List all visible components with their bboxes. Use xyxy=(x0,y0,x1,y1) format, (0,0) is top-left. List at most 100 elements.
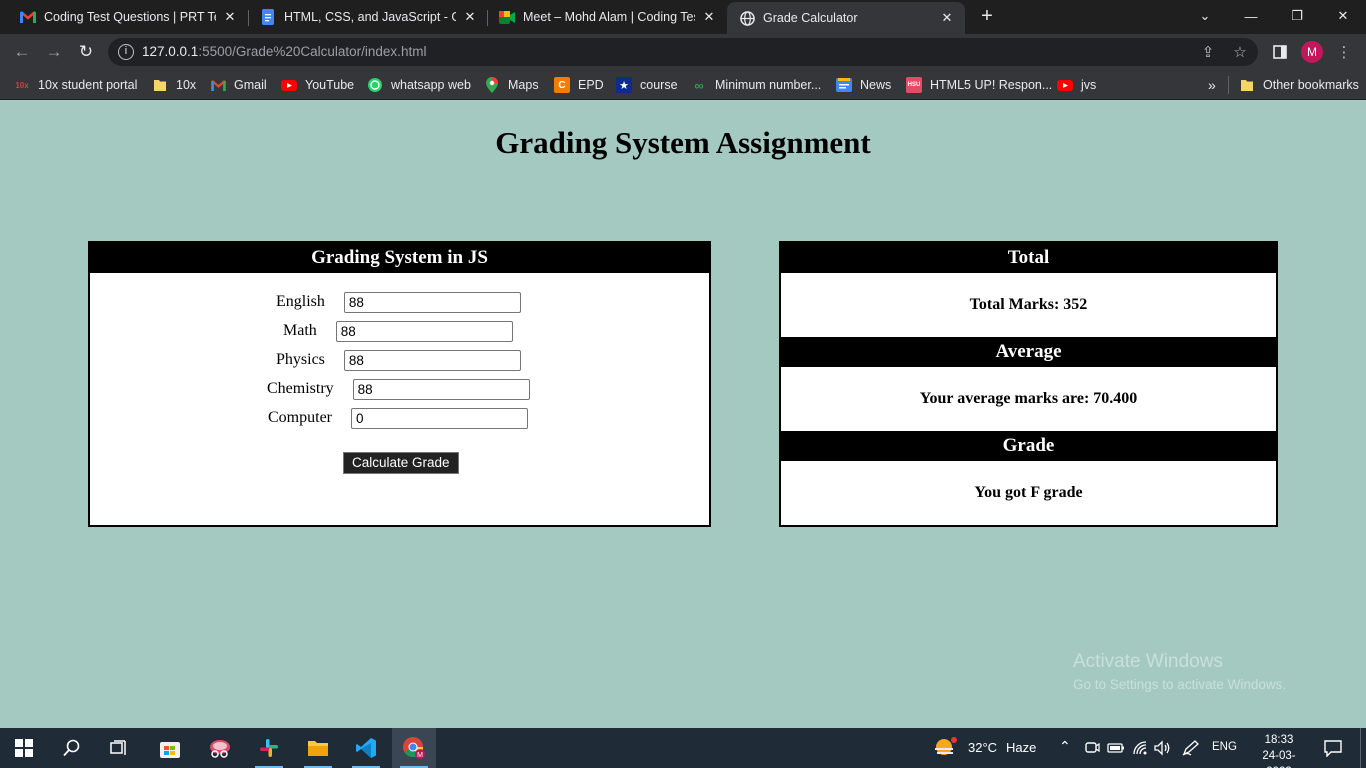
bookmark-maps[interactable]: Maps xyxy=(484,76,539,94)
whatsapp-icon xyxy=(367,77,383,93)
close-icon[interactable]: ✕ xyxy=(462,9,478,25)
chrome-button[interactable]: M xyxy=(392,728,436,768)
folder-icon xyxy=(308,741,328,756)
close-icon: ✕ xyxy=(1337,8,1349,23)
browser-toolbar: ← → ↻ i 127.0.0.1:5500/Grade%20Calculato… xyxy=(0,34,1366,70)
weather-description[interactable]: Haze xyxy=(1006,740,1036,755)
close-icon[interactable]: ✕ xyxy=(701,9,717,25)
average-result: Your average marks are: 70.400 xyxy=(919,390,1138,407)
star-icon[interactable]: ☆ xyxy=(1230,42,1250,62)
windows-icon xyxy=(15,739,33,757)
bookmark-epd[interactable]: C EPD xyxy=(554,76,604,94)
chemistry-input[interactable] xyxy=(352,378,530,400)
activate-windows-watermark: Activate Windows Go to Settings to activ… xyxy=(1073,651,1287,692)
bookmark-10x-student-portal[interactable]: 10x 10x student portal xyxy=(14,76,137,94)
grading-form-panel: Grading System in JS English Math Physic… xyxy=(88,241,711,527)
bookmark-html5-up[interactable]: HSU HTML5 UP! Respon... xyxy=(906,76,1052,94)
gmail-icon xyxy=(210,77,226,93)
language-indicator[interactable]: ENG xyxy=(1212,741,1237,753)
chemistry-row: Chemistry xyxy=(267,378,530,400)
profile-avatar[interactable]: M xyxy=(1301,41,1323,63)
close-icon[interactable]: ✕ xyxy=(222,9,238,25)
close-icon[interactable]: ✕ xyxy=(939,10,955,26)
info-icon[interactable]: i xyxy=(118,44,134,60)
close-window-button[interactable]: ✕ xyxy=(1320,0,1366,32)
address-bar[interactable]: i 127.0.0.1:5500/Grade%20Calculator/inde… xyxy=(108,38,1258,66)
search-button[interactable] xyxy=(50,728,94,768)
computer-input[interactable] xyxy=(351,407,528,429)
total-header: Total xyxy=(781,243,1276,273)
epd-icon: C xyxy=(554,77,570,93)
restore-button[interactable]: ❐ xyxy=(1274,0,1320,32)
bookmark-youtube[interactable]: YouTube xyxy=(281,76,354,94)
bookmark-jvs[interactable]: jvs xyxy=(1057,76,1096,94)
clock-date: 24-03-2023 xyxy=(1262,750,1296,768)
new-tab-button[interactable]: + xyxy=(975,6,999,28)
tab-meet[interactable]: Meet – Mohd Alam | Coding Test ✕ xyxy=(487,2,727,32)
back-button[interactable]: ← xyxy=(10,40,34,64)
physics-input[interactable] xyxy=(343,349,521,371)
english-row: English xyxy=(276,291,521,313)
slack-icon xyxy=(260,739,278,757)
reload-button[interactable]: ↻ xyxy=(74,40,98,64)
bookmark-gmail[interactable]: Gmail xyxy=(210,76,267,94)
vscode-icon xyxy=(356,738,376,758)
url-text[interactable]: 127.0.0.1:5500/Grade%20Calculator/index.… xyxy=(142,44,426,59)
microsoft-store-button[interactable] xyxy=(148,728,192,768)
bookmark-whatsapp-web[interactable]: whatsapp web xyxy=(367,76,471,94)
volume-icon[interactable] xyxy=(1154,740,1172,761)
tab-grade-calculator[interactable]: Grade Calculator ✕ xyxy=(727,2,965,34)
news-icon xyxy=(836,77,852,93)
clock[interactable]: 18:33 24-03-2023 xyxy=(1255,732,1303,768)
file-explorer-button[interactable] xyxy=(296,728,340,768)
bookmark-minimum-number[interactable]: ∞ Minimum number... xyxy=(691,76,821,94)
meet-now-icon[interactable] xyxy=(1084,740,1100,761)
google-docs-icon xyxy=(260,9,276,25)
tab-coding-test[interactable]: Coding Test Questions | PRT Test ✕ xyxy=(8,2,248,32)
english-input[interactable] xyxy=(343,291,521,313)
chevron-down-icon: ⌄ xyxy=(1199,8,1211,23)
tab-html-css-js[interactable]: HTML, CSS, and JavaScript - GRA ✕ xyxy=(248,2,488,32)
pen-icon[interactable] xyxy=(1182,740,1200,761)
battery-icon[interactable] xyxy=(1107,740,1125,761)
calculate-grade-button[interactable]: Calculate Grade xyxy=(343,452,459,474)
math-input[interactable] xyxy=(335,320,513,342)
bookmarks-overflow-button[interactable]: » xyxy=(1208,76,1216,94)
physics-row: Physics xyxy=(276,349,521,371)
computer-label: Computer xyxy=(268,409,332,426)
show-desktop-button[interactable] xyxy=(1360,728,1361,768)
notifications-icon[interactable] xyxy=(1323,739,1343,762)
slack-button[interactable] xyxy=(247,728,291,768)
search-icon xyxy=(63,739,80,757)
math-label: Math xyxy=(283,322,317,339)
forward-button[interactable]: → xyxy=(42,40,66,64)
star-icon: ★ xyxy=(616,77,632,93)
side-panel-icon[interactable] xyxy=(1270,42,1290,62)
total-result: Total Marks: 352 xyxy=(969,296,1088,313)
google-meet-icon xyxy=(499,9,515,25)
chemistry-label: Chemistry xyxy=(267,380,334,397)
task-view-button[interactable] xyxy=(97,728,141,768)
gmail-icon xyxy=(20,9,36,25)
physics-label: Physics xyxy=(276,351,325,368)
snipping-tool-button[interactable] xyxy=(198,728,242,768)
wifi-icon[interactable] xyxy=(1132,740,1148,761)
form-header: Grading System in JS xyxy=(90,243,709,273)
vscode-button[interactable] xyxy=(344,728,388,768)
weather-temperature[interactable]: 32°C xyxy=(968,740,997,755)
more-menu-icon[interactable]: ⋮ xyxy=(1334,42,1354,62)
html5up-icon: HSU xyxy=(906,77,922,93)
bookmark-news[interactable]: News xyxy=(836,76,891,94)
grade-header: Grade xyxy=(781,431,1276,461)
start-button[interactable] xyxy=(2,728,46,768)
bookmark-10x[interactable]: 10x xyxy=(152,76,196,94)
snipping-tool-icon xyxy=(210,740,230,758)
chevron-up-icon[interactable]: ⌃ xyxy=(1059,738,1071,755)
bookmark-course[interactable]: ★ course xyxy=(616,76,678,94)
minimize-button[interactable]: — xyxy=(1228,0,1274,32)
computer-row: Computer xyxy=(268,407,528,429)
tab-search-button[interactable]: ⌄ xyxy=(1182,0,1228,32)
share-icon[interactable]: ⇪ xyxy=(1198,42,1218,62)
bookmark-other-bookmarks[interactable]: Other bookmarks xyxy=(1239,76,1359,94)
weather-icon[interactable] xyxy=(933,736,959,765)
